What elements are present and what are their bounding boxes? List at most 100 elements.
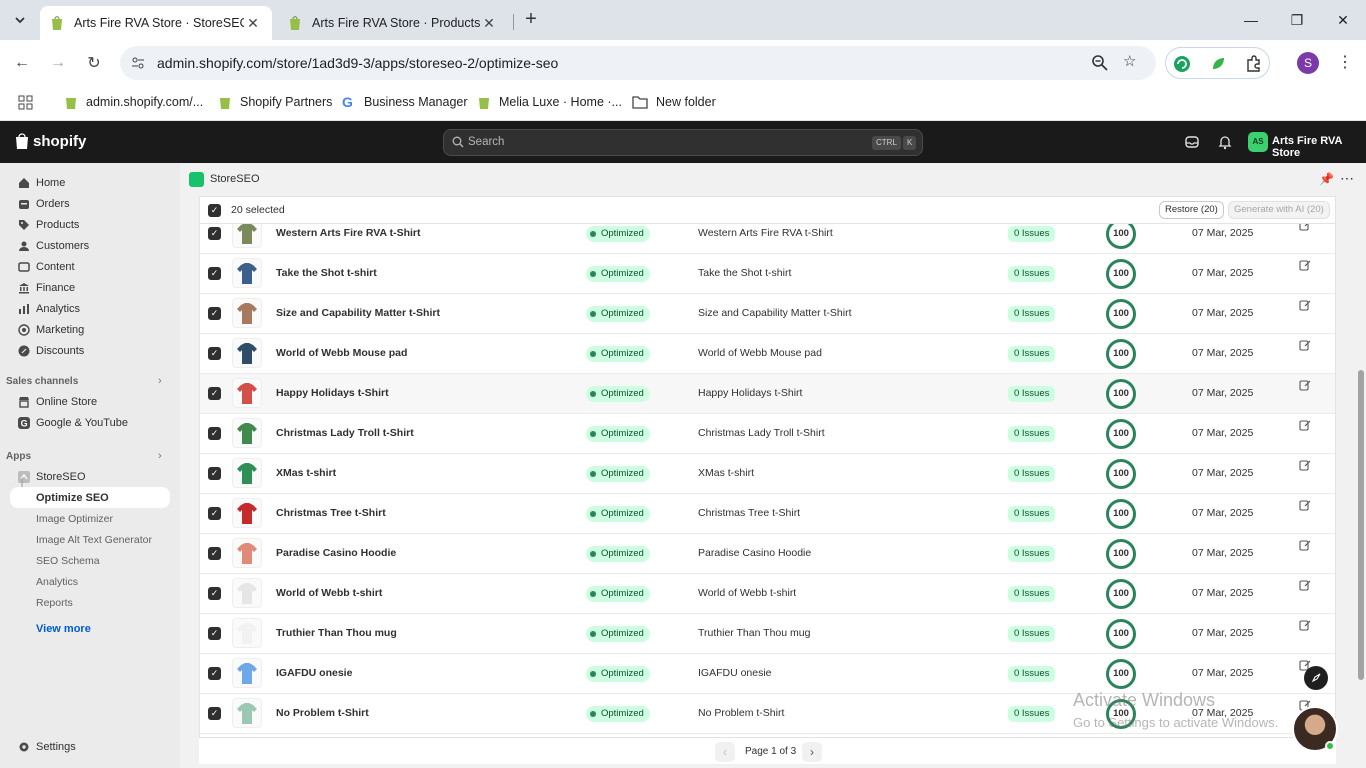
omnibox[interactable]: admin.shopify.com/store/1ad3d9-3/apps/st… [120, 46, 1156, 80]
extension-refresh-icon[interactable] [1173, 55, 1191, 73]
admin-search[interactable]: Search CTRL K [443, 129, 923, 156]
sidebar-item-optimize-seo[interactable]: Optimize SEO [10, 487, 170, 508]
previous-page-button[interactable]: ‹ [715, 742, 735, 762]
back-button[interactable]: ← [9, 50, 35, 76]
restore-button[interactable]: Restore (20) [1159, 201, 1224, 219]
row-checkbox[interactable]: ✓ [208, 267, 221, 280]
edit-icon[interactable] [1299, 259, 1311, 271]
sidebar-item-content[interactable]: Content [0, 256, 180, 277]
product-name[interactable]: No Problem t-Shirt [276, 707, 369, 719]
bookmark-melia[interactable]: Melia Luxe · Home ·... [477, 92, 622, 112]
store-avatar[interactable]: AS [1248, 132, 1268, 152]
apps-grid-icon[interactable] [18, 95, 34, 111]
profile-avatar[interactable]: S [1297, 52, 1319, 74]
product-name[interactable]: Christmas Lady Troll t-Shirt [276, 427, 414, 439]
product-name[interactable]: Paradise Casino Hoodie [276, 547, 396, 559]
row-checkbox[interactable]: ✓ [208, 387, 221, 400]
sidebar-item-google-youtube[interactable]: G Google & YouTube [0, 412, 180, 433]
new-tab-button[interactable]: + [519, 8, 543, 32]
tab-products[interactable]: Arts Fire RVA Store · Products · ✕ [278, 6, 508, 40]
edit-icon[interactable] [1299, 299, 1311, 311]
close-tab-icon[interactable]: ✕ [244, 15, 262, 32]
extension-leaf-icon[interactable] [1209, 55, 1227, 73]
edit-icon[interactable] [1299, 499, 1311, 511]
generate-ai-button[interactable]: Generate with AI (20) [1228, 201, 1330, 219]
browser-menu-icon[interactable]: ⋮ [1337, 52, 1353, 72]
shopify-logo[interactable]: shopify [14, 132, 86, 150]
bookmark-admin[interactable]: admin.shopify.com/... [64, 92, 203, 112]
sidebar-item-orders[interactable]: Orders [0, 193, 180, 214]
product-name[interactable]: Take the Shot t-shirt [276, 267, 377, 279]
close-window-button[interactable]: ✕ [1320, 0, 1366, 40]
pin-icon[interactable]: 📌 [1319, 172, 1334, 186]
bell-icon[interactable] [1217, 134, 1233, 150]
apps-header[interactable]: Apps [6, 451, 31, 462]
feedback-button[interactable] [1304, 666, 1328, 690]
row-checkbox[interactable]: ✓ [208, 667, 221, 680]
table-row[interactable]: ✓ Happy Holidays t-Shirt Optimized Happy Ho… [200, 374, 1335, 414]
edit-icon[interactable] [1299, 539, 1311, 551]
table-row[interactable]: ✓ World of Webb Mouse pad Optimized World o… [200, 334, 1335, 374]
table-row[interactable]: ✓ Christmas Tree t-Shirt Optimized Christma… [200, 494, 1335, 534]
sidebar-item-app-analytics[interactable]: Analytics [0, 571, 180, 592]
reload-button[interactable]: ↻ [81, 50, 107, 76]
row-checkbox[interactable]: ✓ [208, 427, 221, 440]
bookmark-partners[interactable]: Shopify Partners [218, 92, 332, 112]
table-row[interactable]: ✓ XMas t-shirt Optimized XMas t-shirt 0 Issu… [200, 454, 1335, 494]
table-row[interactable]: ✓ Take the Shot t-shirt Optimized Take the … [200, 254, 1335, 294]
sidebar-item-discounts[interactable]: Discounts [0, 340, 180, 361]
sidebar-item-customers[interactable]: Customers [0, 235, 180, 256]
sidebar-item-image-optimizer[interactable]: Image Optimizer [0, 508, 180, 529]
row-checkbox[interactable]: ✓ [208, 307, 221, 320]
tab-storeseo[interactable]: Arts Fire RVA Store · StoreSEO · ✕ [40, 6, 272, 40]
product-name[interactable]: Western Arts Fire RVA t-Shirt [276, 227, 421, 239]
next-page-button[interactable]: › [802, 742, 822, 762]
product-name[interactable]: Christmas Tree t-Shirt [276, 507, 386, 519]
edit-icon[interactable] [1299, 459, 1311, 471]
sidebar-item-alt-text[interactable]: Image Alt Text Generator [0, 529, 180, 550]
row-checkbox[interactable]: ✓ [208, 587, 221, 600]
sidebar-item-products[interactable]: Products [0, 214, 180, 235]
product-name[interactable]: XMas t-shirt [276, 467, 336, 479]
bookmark-business-manager[interactable]: G Business Manager [342, 92, 468, 112]
edit-icon[interactable] [1299, 339, 1311, 351]
forward-button[interactable]: → [45, 50, 71, 76]
sidebar-item-settings[interactable]: Settings [0, 736, 180, 757]
site-settings-icon[interactable] [130, 55, 146, 71]
row-checkbox[interactable]: ✓ [208, 227, 221, 240]
restore-button[interactable]: ❐ [1274, 0, 1320, 40]
store-name[interactable]: Arts Fire RVA Store [1272, 135, 1366, 159]
sidebar-item-finance[interactable]: Finance [0, 277, 180, 298]
sidebar-item-online-store[interactable]: Online Store [0, 391, 180, 412]
product-name[interactable]: Happy Holidays t-Shirt [276, 387, 389, 399]
edit-icon[interactable] [1299, 579, 1311, 591]
select-all-checkbox[interactable]: ✓ [208, 204, 221, 217]
product-name[interactable]: World of Webb Mouse pad [276, 347, 407, 359]
table-row[interactable]: ✓ Christmas Lady Troll t-Shirt Optimized Ch… [200, 414, 1335, 454]
sidebar-item-seo-schema[interactable]: SEO Schema [0, 550, 180, 571]
scrollbar-thumb[interactable] [1358, 370, 1364, 680]
close-tab-icon[interactable]: ✕ [480, 15, 498, 32]
edit-icon[interactable] [1299, 379, 1311, 391]
row-checkbox[interactable]: ✓ [208, 507, 221, 520]
row-checkbox[interactable]: ✓ [208, 707, 221, 720]
table-row[interactable]: ✓ IGAFDU onesie Optimized IGAFDU onesie 0 Is… [200, 654, 1335, 694]
product-name[interactable]: Size and Capability Matter t-Shirt [276, 307, 440, 319]
inbox-icon[interactable] [1184, 134, 1200, 150]
table-row[interactable]: ✓ Paradise Casino Hoodie Optimized Paradise… [200, 534, 1335, 574]
minimize-button[interactable]: — [1228, 0, 1274, 40]
row-checkbox[interactable]: ✓ [208, 347, 221, 360]
sidebar-item-analytics[interactable]: Analytics [0, 298, 180, 319]
row-checkbox[interactable]: ✓ [208, 627, 221, 640]
tab-search-button[interactable] [8, 8, 32, 32]
edit-icon[interactable] [1299, 419, 1311, 431]
table-row[interactable]: ✓ World of Webb t-shirt Optimized World of … [200, 574, 1335, 614]
zoom-icon[interactable] [1091, 54, 1109, 72]
chevron-right-icon[interactable]: › [158, 375, 162, 387]
view-more-link[interactable]: View more [36, 623, 91, 635]
product-name[interactable]: Truthier Than Thou mug [276, 627, 397, 639]
bookmark-star-icon[interactable]: ☆ [1123, 52, 1141, 70]
bookmark-new-folder[interactable]: New folder [632, 92, 716, 112]
sidebar-item-reports[interactable]: Reports [0, 592, 180, 613]
sidebar-item-marketing[interactable]: Marketing [0, 319, 180, 340]
